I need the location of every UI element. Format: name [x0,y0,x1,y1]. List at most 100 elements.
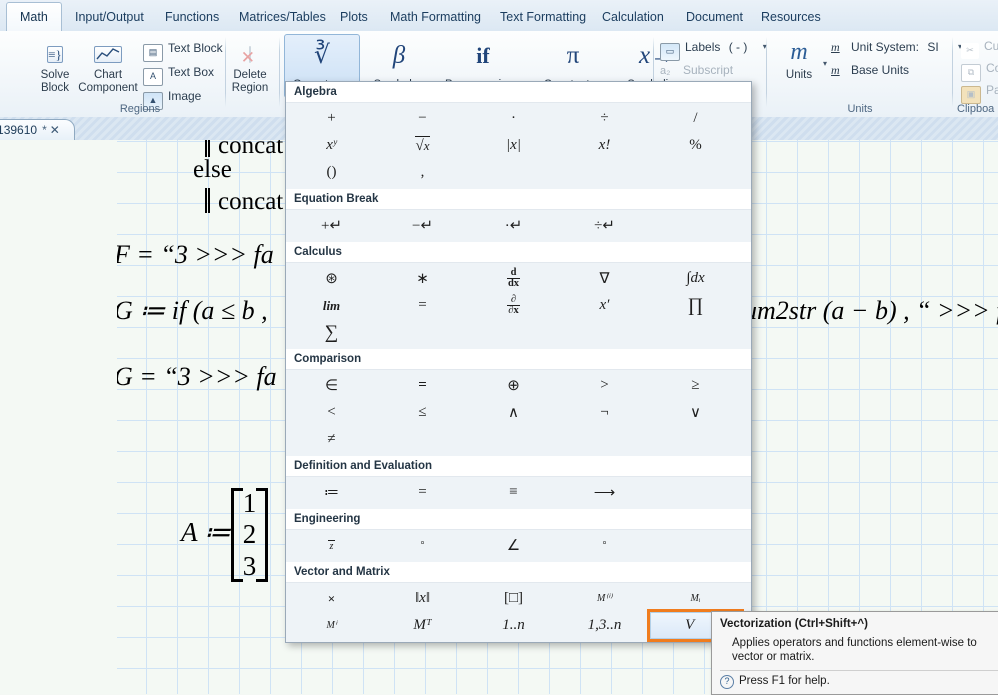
region-concat-bottom[interactable]: concat [205,188,283,216]
tab-input-output[interactable]: Input/Output [62,3,157,31]
op-limit[interactable]: lim [286,292,377,319]
op-partial-derivative[interactable]: ∂∂x [468,292,559,319]
op-matrix-column[interactable]: M⁽ⁱ⁾ [559,585,650,612]
op-degree-symbol[interactable]: ° [377,532,468,559]
math-button-partial[interactable]: y th [0,35,22,82]
op-range-1-3-n[interactable]: 1,3..n [559,612,650,639]
op-matrix-insert[interactable]: [□] [468,585,559,612]
op-symbolic-evaluation[interactable]: ⟶ [559,479,650,506]
tab-math-formatting[interactable]: Math Formatting [377,3,494,31]
units-button[interactable]: m Units ▾ [773,35,825,82]
op-product[interactable]: ∏ [650,292,741,319]
group-divider [279,37,280,107]
op-range-1-n[interactable]: 1..n [468,612,559,639]
region-A-assign[interactable]: A ≔123 [181,488,268,582]
op-minus[interactable]: − [377,105,468,132]
op-or[interactable]: ∨ [650,399,741,426]
op-less-equal[interactable]: ≤ [377,399,468,426]
region-G-definition-cont[interactable]: um2str (a − b) , “ >>> fals [744,296,998,326]
close-icon[interactable]: ✕ [50,123,60,137]
op-greater-than[interactable]: > [559,372,650,399]
tab-functions[interactable]: Functions [152,3,232,31]
op-break-divide[interactable]: ÷↵ [559,212,650,239]
op-factorial[interactable]: x! [559,132,650,159]
op-comma[interactable]: , [377,159,468,186]
op-break-minus[interactable]: −↵ [377,212,468,239]
op-not-equal[interactable]: ≠ [286,426,377,453]
tooltip-body: Applies operators and functions element-… [732,636,998,664]
tab-resources[interactable]: Resources [748,3,834,31]
op-magnitude[interactable]: ‖x‖ [377,585,468,612]
op-absolute-value[interactable]: |x| [468,132,559,159]
matrix-A[interactable]: 123 [231,488,269,582]
op-transpose[interactable]: Mᵀ [377,612,468,639]
op-break-plus[interactable]: +↵ [286,212,377,239]
base-units-button[interactable]: mBase Units [831,59,909,81]
op-boolean-equals[interactable]: = [377,372,468,399]
operators-dropdown-panel[interactable]: Algebra + − · ÷ / xʸ √x |x| x! % () , Eq… [285,81,752,643]
op-summation[interactable]: ∑ [286,319,377,346]
op-equals-calc[interactable]: = [377,292,468,319]
op-angle[interactable]: ∠ [468,532,559,559]
op-evaluate-numerically[interactable]: = [377,479,468,506]
tab-plots[interactable]: Plots [327,3,381,31]
op-divide[interactable]: ÷ [559,105,650,132]
operator-row: lim = ∂∂x x′ ∏ [286,292,751,319]
op-square-root[interactable]: √x [377,132,468,159]
beta-icon: β [363,35,435,75]
paste-icon: ▣ [961,86,981,104]
op-complex-conjugate[interactable]: z [286,532,377,559]
tab-text-formatting[interactable]: Text Formatting [487,3,599,31]
op-assign[interactable]: ≔ [286,479,377,506]
op-break-multiply[interactable]: ·↵ [468,212,559,239]
region-else[interactable]: else [193,156,232,184]
tab-document[interactable]: Document [673,3,756,31]
chart-component-button[interactable]: Chart Component ▾ [72,35,144,94]
delete-region-button[interactable]: ✕ Delete Region [221,35,279,94]
section-header-definition-evaluation: Definition and Evaluation [286,456,751,477]
op-integral-circle[interactable]: ⊛ [286,265,377,292]
region-G-definition[interactable]: G ≔ if (a ≤ b , [117,296,268,326]
text-block-button[interactable]: ▤Text Block [143,37,223,59]
op-asterisk-convolution[interactable]: ∗ [377,265,468,292]
copy-button[interactable]: ⧉Co [961,57,998,79]
text-box-button[interactable]: AText Box [143,61,214,83]
op-not[interactable]: ¬ [559,399,650,426]
op-nabla[interactable]: ∇ [559,265,650,292]
op-element-of[interactable]: ∈ [286,372,377,399]
ribbon-tab-strip: Math Input/Output Functions Matrices/Tab… [0,0,998,32]
op-indefinite-integral[interactable]: ∫dx [650,265,741,292]
unit-system-selector[interactable]: mUnit System: SI ▾ [831,36,962,58]
op-matrix-element[interactable]: Mᵢ [650,585,741,612]
op-empty [468,319,559,346]
tab-calculation[interactable]: Calculation [589,3,677,31]
op-parentheses[interactable]: () [286,159,377,186]
units-caret-icon[interactable]: ▾ [823,59,827,68]
op-power[interactable]: xʸ [286,132,377,159]
op-percent[interactable]: % [650,132,741,159]
cut-button[interactable]: ✂Cu [961,35,998,57]
op-multiply-dot[interactable]: · [468,105,559,132]
op-slash-divide[interactable]: / [650,105,741,132]
tab-math[interactable]: Math [6,2,62,33]
subscript-button[interactable]: a₂Subscript [660,59,733,81]
tab-matrices-tables[interactable]: Matrices/Tables [226,3,339,31]
op-cross-product[interactable]: × [286,585,377,612]
op-greater-equal[interactable]: ≥ [650,372,741,399]
op-prime[interactable]: x′ [559,292,650,319]
labels-button[interactable]: ▭Labels ( - ) ▾ [660,36,767,58]
op-matrix-row[interactable]: Mⁱ [286,612,377,639]
operator-row: ⊛ ∗ ddx ∇ ∫dx [286,265,751,292]
op-degree-small[interactable]: ° [559,532,650,559]
document-tab[interactable]: munity_139610*✕ [0,119,75,141]
op-global-definition[interactable]: ≡ [468,479,559,506]
region-F-result[interactable]: F = “3 >>> fa [117,240,274,270]
op-plus[interactable]: + [286,105,377,132]
op-derivative[interactable]: ddx [468,265,559,292]
region-G-result[interactable]: G = “3 >>> fa [117,362,277,392]
paste-button[interactable]: ▣Pa [961,79,998,101]
op-xor[interactable]: ⊕ [468,372,559,399]
op-and[interactable]: ∧ [468,399,559,426]
section-grid-algebra: + − · ÷ / xʸ √x |x| x! % () , [286,103,751,189]
op-less-than[interactable]: < [286,399,377,426]
